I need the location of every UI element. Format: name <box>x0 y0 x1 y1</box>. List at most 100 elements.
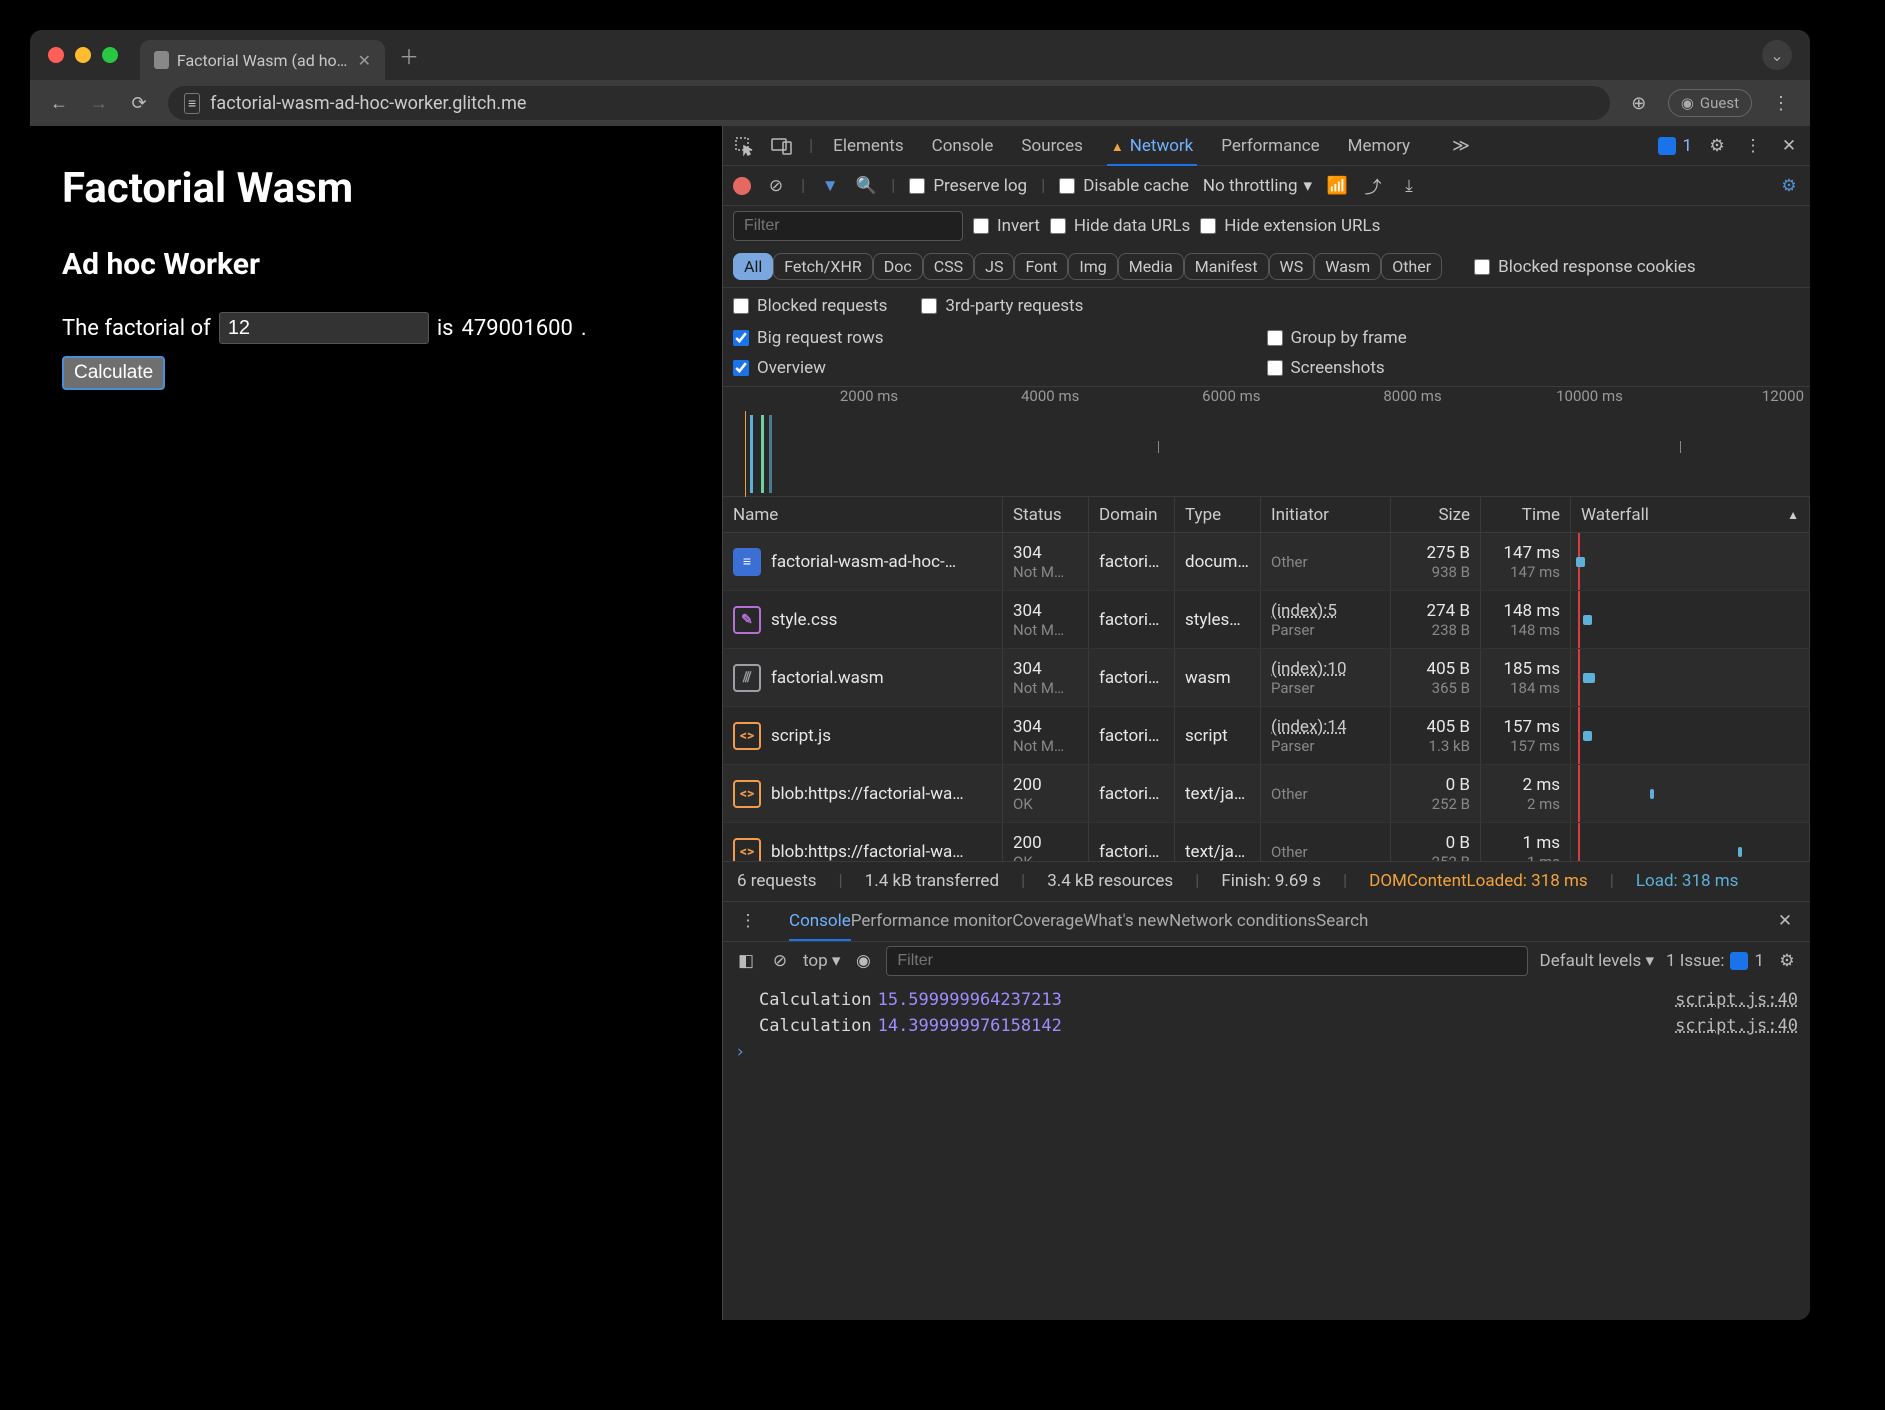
source-link[interactable]: script.js:40 <box>1675 990 1798 1010</box>
device-toggle-icon[interactable] <box>771 137 793 155</box>
drawer-tab-coverage[interactable]: Coverage <box>1012 911 1083 931</box>
inspect-icon[interactable] <box>733 136 755 156</box>
profile-chip[interactable]: ◉ Guest <box>1668 89 1752 117</box>
import-har-icon[interactable]: ⤴ <box>1362 173 1384 198</box>
filter-input[interactable] <box>733 211 963 241</box>
kebab-menu-icon[interactable]: ⋮ <box>1770 93 1792 114</box>
filter-chip-img[interactable]: Img <box>1068 253 1117 280</box>
throttling-select[interactable]: No throttling ▾ <box>1203 176 1312 196</box>
filter-chip-fetch-xhr[interactable]: Fetch/XHR <box>773 253 873 280</box>
console-issues-chip[interactable]: 1 Issue: 1 <box>1666 951 1764 971</box>
hide-ext-urls-check[interactable]: Hide extension URLs <box>1200 216 1380 236</box>
console-settings-icon[interactable]: ⚙ <box>1776 951 1798 971</box>
devtools-tab-network[interactable]: Network <box>1107 128 1197 166</box>
close-devtools-icon[interactable]: ✕ <box>1778 136 1800 156</box>
devtools-tab-sources[interactable]: Sources <box>1017 128 1086 164</box>
url-field[interactable]: ≡ factorial-wasm-ad-hoc-worker.glitch.me <box>168 86 1610 120</box>
levels-select[interactable]: Default levels ▾ <box>1540 951 1654 971</box>
network-row[interactable]: <> blob:https://factorial-wa… 200OK fact… <box>723 823 1810 861</box>
dock-menu-icon[interactable]: ⋮ <box>1742 136 1764 156</box>
reload-icon[interactable]: ⟳ <box>128 93 150 114</box>
clear-console-icon[interactable]: ⊘ <box>769 951 791 971</box>
invert-check[interactable]: Invert <box>973 216 1040 236</box>
group-frame-check[interactable]: Group by frame <box>1267 328 1801 348</box>
filter-chip-manifest[interactable]: Manifest <box>1184 253 1269 280</box>
network-row[interactable]: ⫻ factorial.wasm 304Not M… factori… wasm… <box>723 649 1810 707</box>
settings-icon[interactable]: ⚙ <box>1706 136 1728 156</box>
drawer-menu-icon[interactable]: ⋮ <box>737 911 759 931</box>
drawer-tab-whats-new[interactable]: What's new <box>1083 911 1169 931</box>
network-settings-icon[interactable]: ⚙ <box>1778 176 1800 196</box>
drawer-tab-network-conditions[interactable]: Network conditions <box>1169 911 1316 931</box>
clear-icon[interactable]: ⊘ <box>765 176 787 196</box>
overview-timeline[interactable]: 2000 ms4000 ms6000 ms8000 ms10000 ms1200… <box>723 387 1810 497</box>
network-row[interactable]: ≡ factorial-wasm-ad-hoc-… 304Not M… fact… <box>723 533 1810 591</box>
minimize-window-icon[interactable] <box>75 47 91 63</box>
calculate-button[interactable]: Calculate <box>62 356 165 390</box>
record-icon[interactable] <box>733 177 751 195</box>
col-initiator[interactable]: Initiator <box>1261 497 1391 532</box>
zoom-icon[interactable]: ⊕ <box>1628 93 1650 114</box>
context-select[interactable]: top ▾ <box>803 951 840 971</box>
col-waterfall[interactable]: Waterfall▲ <box>1571 497 1810 532</box>
console-line[interactable]: Calculation15.599999964237213script.js:4… <box>735 987 1798 1013</box>
hide-data-urls-check[interactable]: Hide data URLs <box>1050 216 1190 236</box>
tab-overflow-icon[interactable]: ⌄ <box>1762 40 1792 70</box>
live-expression-icon[interactable]: ◉ <box>852 951 874 971</box>
close-drawer-icon[interactable]: ✕ <box>1774 911 1796 931</box>
filter-chip-ws[interactable]: WS <box>1269 253 1315 280</box>
source-link[interactable]: script.js:40 <box>1675 1016 1798 1036</box>
filter-chip-css[interactable]: CSS <box>923 253 974 280</box>
search-icon[interactable]: 🔍 <box>855 176 877 196</box>
network-conditions-icon[interactable]: 📶 <box>1326 176 1348 196</box>
drawer-tab-console[interactable]: Console <box>789 903 851 941</box>
network-row[interactable]: <> script.js 304Not M… factori… script (… <box>723 707 1810 765</box>
col-time[interactable]: Time <box>1481 497 1571 532</box>
filter-chip-doc[interactable]: Doc <box>873 253 923 280</box>
site-info-icon[interactable]: ≡ <box>184 93 200 114</box>
console-line[interactable]: Calculation14.399999976158142script.js:4… <box>735 1013 1798 1039</box>
col-size[interactable]: Size <box>1391 497 1481 532</box>
filter-chip-wasm[interactable]: Wasm <box>1314 253 1381 280</box>
col-type[interactable]: Type <box>1175 497 1261 532</box>
col-domain[interactable]: Domain <box>1089 497 1175 532</box>
filter-chip-font[interactable]: Font <box>1014 253 1068 280</box>
drawer-tab-performance-monitor[interactable]: Performance monitor <box>851 911 1013 931</box>
filter-chip-all[interactable]: All <box>733 253 773 280</box>
close-window-icon[interactable] <box>48 47 64 63</box>
preserve-log-check[interactable]: Preserve log <box>909 176 1027 196</box>
devtools-tab-console[interactable]: Console <box>928 128 998 164</box>
filter-chip-js[interactable]: JS <box>974 253 1014 280</box>
new-tab-button[interactable]: ＋ <box>399 41 419 70</box>
maximize-window-icon[interactable] <box>102 47 118 63</box>
page-heading: Factorial Wasm <box>62 164 690 213</box>
issues-chip[interactable]: 1 <box>1658 136 1692 156</box>
disable-cache-check[interactable]: Disable cache <box>1059 176 1189 196</box>
blocked-requests-check[interactable]: Blocked requests <box>733 296 887 316</box>
blocked-cookies-check[interactable]: Blocked response cookies <box>1474 257 1695 277</box>
filter-chip-media[interactable]: Media <box>1118 253 1184 280</box>
col-name[interactable]: Name <box>723 497 1003 532</box>
network-row[interactable]: <> blob:https://factorial-wa… 200OK fact… <box>723 765 1810 823</box>
devtools-tab-elements[interactable]: Elements <box>829 128 907 164</box>
col-status[interactable]: Status <box>1003 497 1089 532</box>
factorial-input[interactable] <box>219 312 429 344</box>
drawer-tab-search[interactable]: Search <box>1316 911 1368 931</box>
close-tab-icon[interactable]: ✕ <box>358 51 371 70</box>
screenshots-check[interactable]: Screenshots <box>1267 358 1801 378</box>
overview-check[interactable]: Overview <box>733 358 1267 378</box>
export-har-icon[interactable]: ⤓ <box>1398 176 1420 196</box>
console-prompt-icon[interactable]: › <box>735 1042 745 1062</box>
devtools-tab-memory[interactable]: Memory <box>1344 128 1414 164</box>
sidebar-toggle-icon[interactable]: ◧ <box>735 951 757 971</box>
more-tabs-icon[interactable]: ≫ <box>1450 136 1472 156</box>
third-party-check[interactable]: 3rd-party requests <box>921 296 1083 316</box>
big-rows-check[interactable]: Big request rows <box>733 328 1267 348</box>
devtools-tab-performance[interactable]: Performance <box>1217 128 1323 164</box>
browser-tab[interactable]: Factorial Wasm (ad hoc Work ✕ <box>140 40 385 80</box>
filter-chip-other[interactable]: Other <box>1381 253 1442 280</box>
back-icon[interactable]: ← <box>48 93 70 114</box>
network-row[interactable]: ✎ style.css 304Not M… factori… styles… (… <box>723 591 1810 649</box>
filter-toggle-icon[interactable]: ▼ <box>819 176 841 196</box>
console-filter-input[interactable] <box>886 946 1527 976</box>
